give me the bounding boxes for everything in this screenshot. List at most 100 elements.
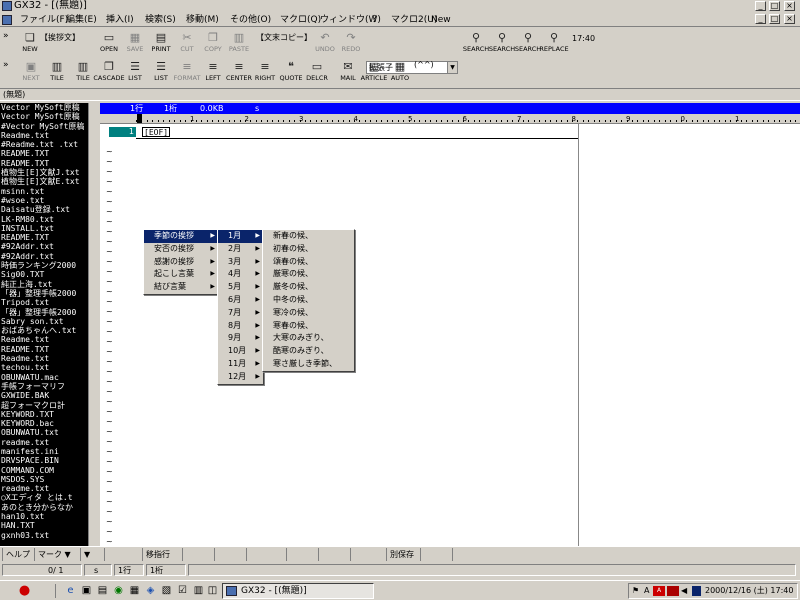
copy-end-tag[interactable]: 【文末コピー】 <box>256 32 312 43</box>
menu-9[interactable]: ？ <box>372 14 381 26</box>
app-icon-4[interactable]: ▧ <box>160 584 173 597</box>
file-list-item[interactable]: 手帳フォーマリフ <box>0 382 88 391</box>
month-item[interactable]: 9月 ▶ <box>218 332 263 345</box>
file-list-item[interactable]: README.TXT <box>0 233 88 242</box>
minimize-button[interactable]: _ <box>755 1 766 11</box>
app-icon-2[interactable]: ▦ <box>128 584 141 597</box>
month-item[interactable]: 7月 ▶ <box>218 307 263 320</box>
file-list-item[interactable]: #Vector MySoft原稿 <box>0 122 88 131</box>
month-item[interactable]: 8月 ▶ <box>218 320 263 333</box>
title-bar[interactable]: GX32 - [(無題)] _ □ × <box>0 0 800 12</box>
file-list-item[interactable]: KEYWORD.bac <box>0 419 88 428</box>
greeting-phrase-item[interactable]: 厳冬の候、 <box>263 281 354 294</box>
folder-icon[interactable]: ▣ <box>80 584 93 597</box>
file-list-item[interactable]: 植物生[E]文献J.txt <box>0 168 88 177</box>
month-item[interactable]: 4月 ▶ <box>218 268 263 281</box>
function-key-7[interactable] <box>214 548 218 561</box>
greeting-category-item[interactable]: 結び言葉 ▶ <box>144 281 218 294</box>
function-key-12[interactable]: 別保存 <box>386 548 414 561</box>
function-key-4[interactable] <box>104 548 108 561</box>
function-key-13[interactable] <box>420 548 424 561</box>
file-list-item[interactable]: おばあちゃんへ.txt <box>0 326 88 335</box>
greeting-phrase-item[interactable]: 大寒のみぎり、 <box>263 332 354 345</box>
tray-icon-3[interactable] <box>667 586 679 596</box>
greeting-tag[interactable]: 【挨拶文】 <box>40 32 80 43</box>
greeting-phrase-item[interactable]: 酷寒のみぎり、 <box>263 345 354 358</box>
file-list-item[interactable]: あのとき分からなか <box>0 503 88 512</box>
browser-icon[interactable]: e <box>64 584 77 597</box>
file-list-item[interactable]: #92Addr.txt <box>0 252 88 261</box>
file-list-item[interactable]: MSDOS.SYS <box>0 475 88 484</box>
month-item[interactable]: 1月 ▶ <box>218 230 263 243</box>
document-icon[interactable] <box>2 15 12 25</box>
file-list-item[interactable]: Vector MySoft原稿 <box>0 112 88 121</box>
file-list-item[interactable]: #92Addr.txt <box>0 242 88 251</box>
menu-7[interactable]: マクロ(Q) <box>280 14 321 26</box>
tray-icon-2[interactable]: A <box>653 586 665 596</box>
doc-restore-button[interactable]: □ <box>769 14 780 24</box>
greeting-category-item[interactable]: 季節の挨拶 ▶ <box>144 230 218 243</box>
month-item[interactable]: 10月 ▶ <box>218 345 263 358</box>
file-list-item[interactable]: Sabry son.txt <box>0 317 88 326</box>
file-list-item[interactable]: README.TXT <box>0 345 88 354</box>
editor-area[interactable]: 1行 1桁 0.0KB s 12345678901 1 [EOF] ~ ~ ~ ~ ~ ~… <box>100 103 800 546</box>
greeting-phrase-item[interactable]: 寒さ厳しき季節、 <box>263 358 354 371</box>
speaker-icon[interactable]: ◀ <box>681 584 687 598</box>
file-list-item[interactable]: OBUNWATU.mac <box>0 373 88 382</box>
menu-5[interactable]: 移動(M) <box>186 14 219 26</box>
file-list-item[interactable]: 純正上海.txt <box>0 280 88 289</box>
month-item[interactable]: 12月 ▶ <box>218 371 263 384</box>
desktop-icon[interactable]: ▤ <box>96 584 109 597</box>
file-list-item[interactable]: Readme.txt <box>0 335 88 344</box>
file-list-item[interactable]: HAN.TXT <box>0 521 88 530</box>
toolbar2-prefix[interactable]: » <box>3 60 9 70</box>
menu-3[interactable]: 挿入(I) <box>106 14 134 26</box>
file-list-item[interactable]: 時価ランキング2000 <box>0 261 88 270</box>
file-list-item[interactable]: 植物生[E]文献E.txt <box>0 177 88 186</box>
greeting-category-item[interactable]: 安否の挨拶 ▶ <box>144 243 218 256</box>
file-list-item[interactable]: manifest.ini <box>0 447 88 456</box>
function-key-8[interactable] <box>246 548 250 561</box>
file-list-item[interactable]: OBUNWATU.txt <box>0 428 88 437</box>
file-list-item[interactable]: Readme.txt <box>0 131 88 140</box>
tray-clock[interactable]: 2000/12/16 (土) 17:40 <box>705 584 794 598</box>
file-list-item[interactable]: 「器」整理手帳2000 <box>0 308 88 317</box>
file-list-item[interactable]: #Readme.txt .txt <box>0 140 88 149</box>
tray-ime-icon[interactable]: A <box>644 584 649 598</box>
month-item[interactable]: 11月 ▶ <box>218 358 263 371</box>
month-item[interactable]: 3月 ▶ <box>218 256 263 269</box>
function-key-2[interactable]: マーク ▼ <box>34 548 71 561</box>
file-list-item[interactable]: han10.txt <box>0 512 88 521</box>
month-item[interactable]: 2月 ▶ <box>218 243 263 256</box>
menu-11[interactable]: New <box>431 14 451 26</box>
doc-minimize-button[interactable]: _ <box>755 14 766 24</box>
greeting-phrase-item[interactable]: 厳寒の候、 <box>263 268 354 281</box>
file-list-item[interactable]: Sig00.TXT <box>0 270 88 279</box>
tray-icon-1[interactable]: ⚑ <box>632 584 639 598</box>
month-item[interactable]: 6月 ▶ <box>218 294 263 307</box>
network-icon[interactable]: ◉ <box>112 584 125 597</box>
file-list-item[interactable]: COMMAND.COM <box>0 466 88 475</box>
menu-4[interactable]: 検索(S) <box>145 14 176 26</box>
app-icon-5[interactable]: ☑ <box>176 584 189 597</box>
panel-splitter[interactable] <box>88 103 100 546</box>
file-list-item[interactable]: #wsoe.txt <box>0 196 88 205</box>
file-list-item[interactable]: ○Xエディタ とは.t <box>0 493 88 502</box>
file-list-item[interactable]: INSTALL.txt <box>0 224 88 233</box>
greeting-phrase-item[interactable]: 初春の候、 <box>263 243 354 256</box>
file-list-item[interactable]: 超フォーマクロ計 <box>0 401 88 410</box>
new-button[interactable]: ❏ NEW <box>18 31 42 54</box>
month-item[interactable]: 5月 ▶ <box>218 281 263 294</box>
app-icon-6[interactable]: ▥ <box>192 584 205 597</box>
menu-6[interactable]: その他(O) <box>230 14 271 26</box>
greeting-phrase-item[interactable]: 新春の候、 <box>263 230 354 243</box>
file-list-item[interactable]: Daisatu登録.txt <box>0 205 88 214</box>
function-key-1[interactable]: ヘルプ <box>2 548 30 561</box>
function-key-9[interactable] <box>286 548 290 561</box>
function-key-11[interactable] <box>350 548 354 561</box>
file-list-item[interactable]: DRVSPACE.BIN <box>0 456 88 465</box>
file-list-item[interactable]: 「器」整理手帳2000 <box>0 289 88 298</box>
file-list-item[interactable]: KEYWORD.TXT <box>0 410 88 419</box>
delcr-button[interactable]: ▭ DELCR <box>305 60 329 83</box>
function-key-6[interactable] <box>182 548 186 561</box>
